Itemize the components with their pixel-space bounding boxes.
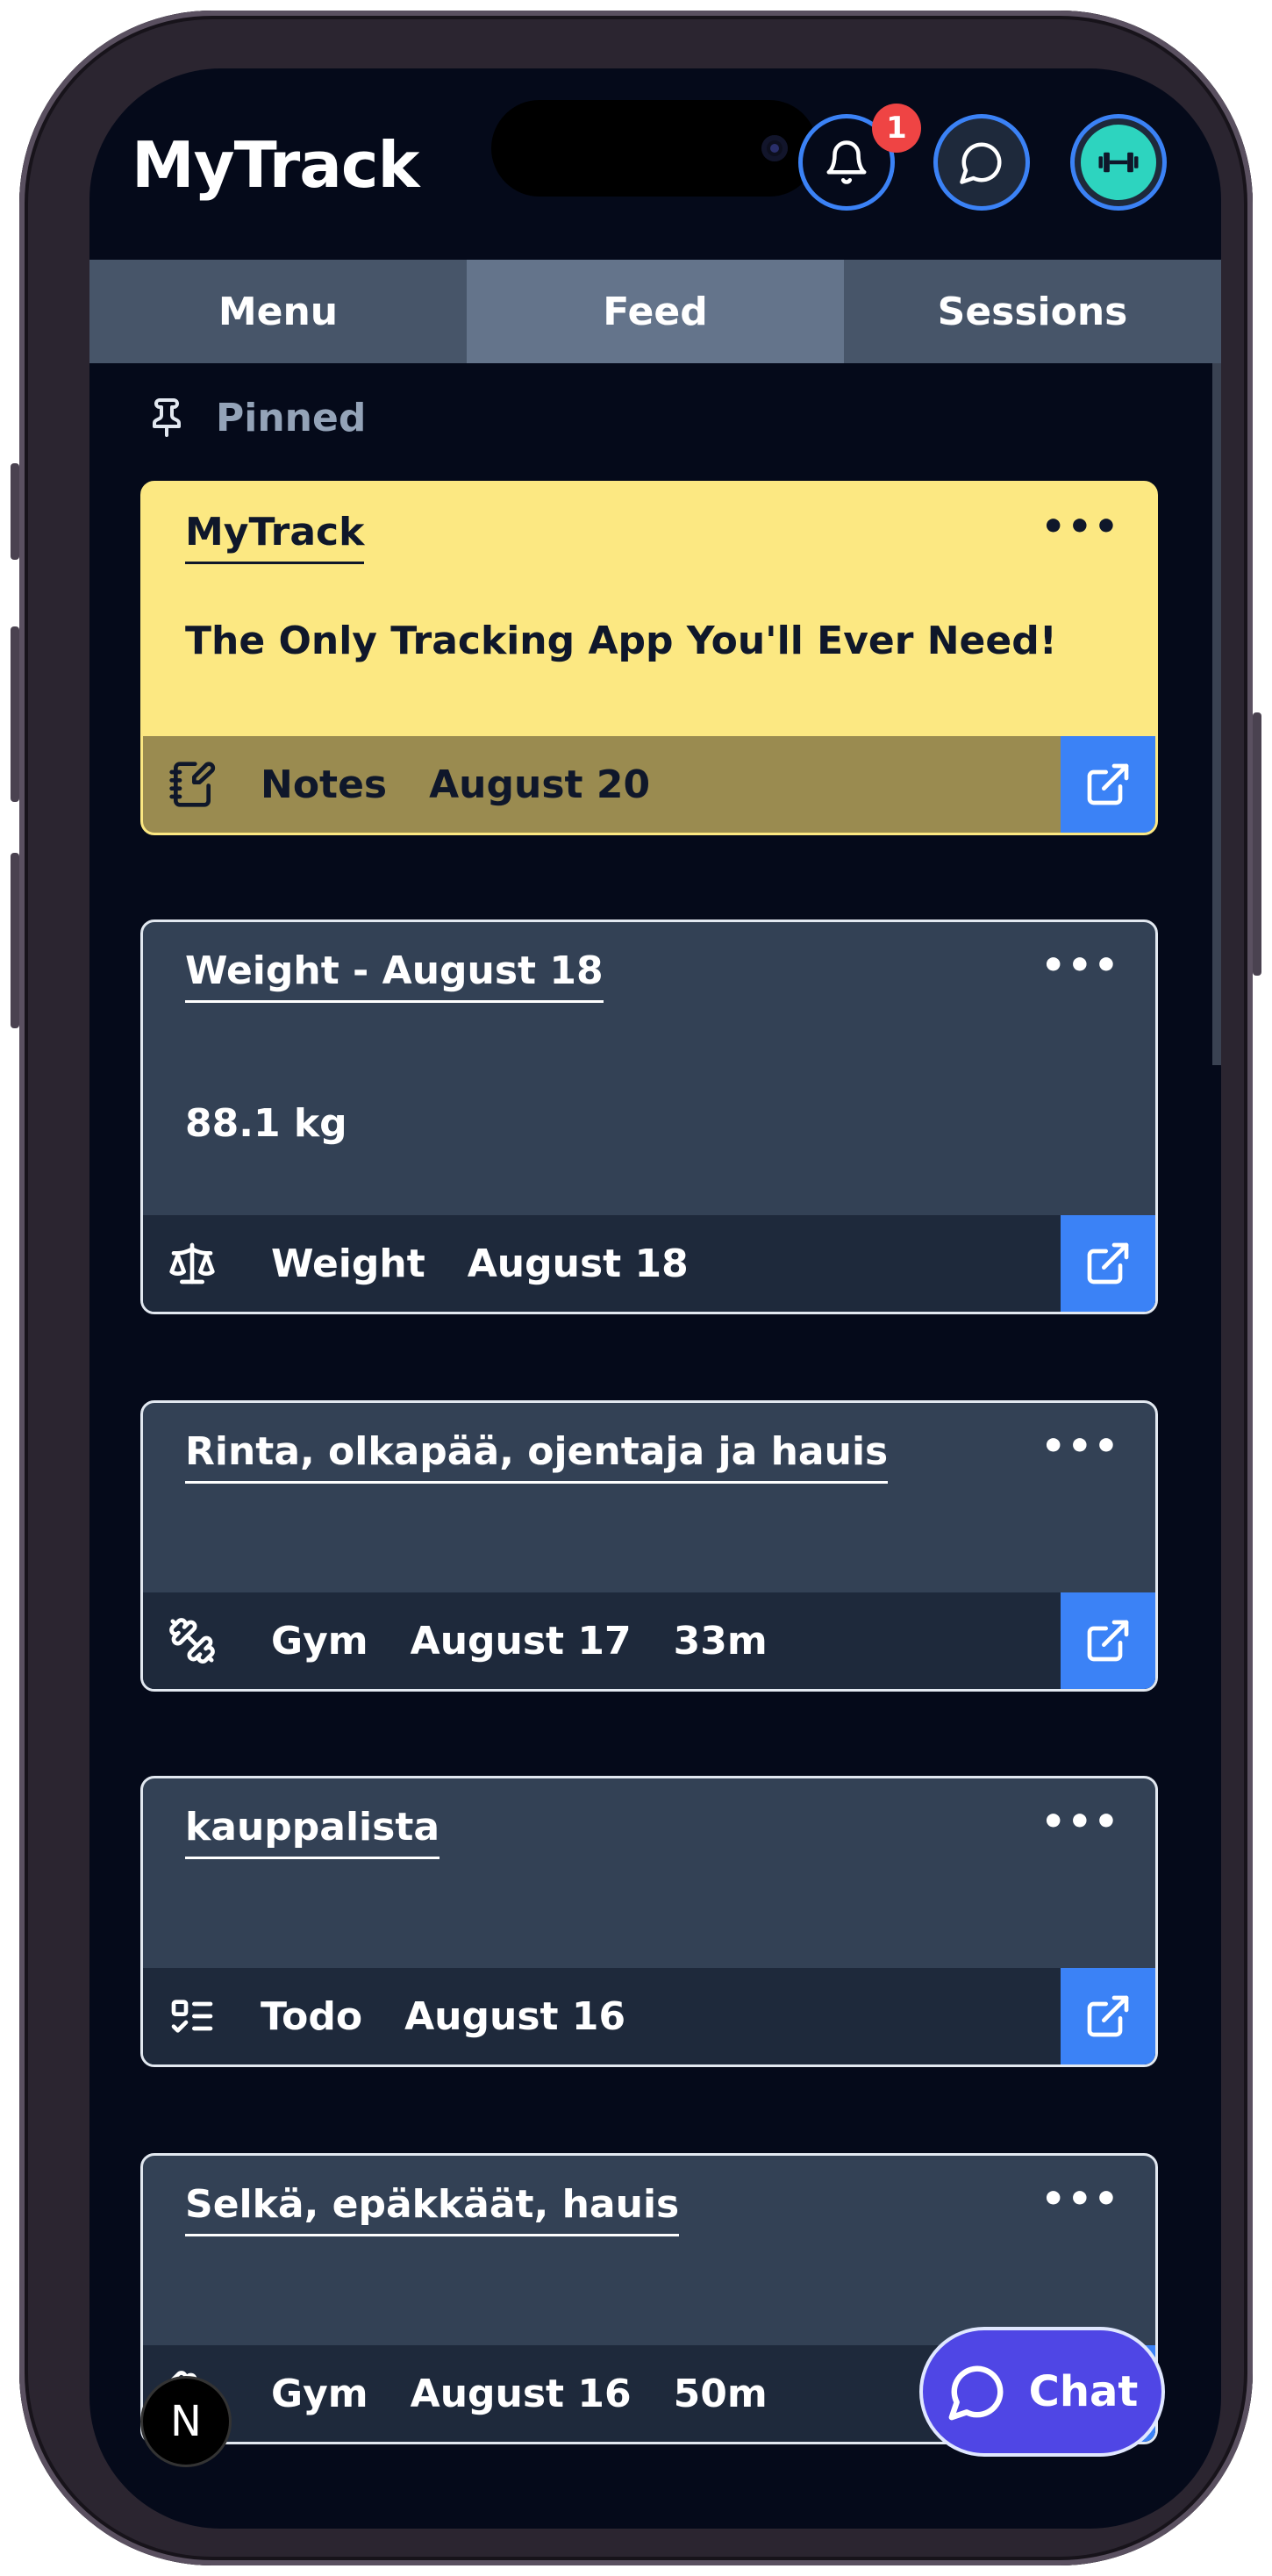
pin-icon <box>153 398 181 437</box>
checklist-icon <box>166 1990 218 2043</box>
message-circle-icon <box>960 142 1002 184</box>
card-type: Todo <box>261 1993 363 2039</box>
card-footer: Todo August 16 <box>143 1968 1155 2064</box>
card-menu-button[interactable]: ••• <box>1041 1803 1120 1842</box>
card-body: The Only Tracking App You'll Ever Need! <box>185 619 1057 663</box>
card-duration: 33m <box>673 1618 768 1664</box>
card-footer: Gym August 17 33m <box>143 1592 1155 1689</box>
card-title[interactable]: kauppalista <box>185 1805 440 1859</box>
open-card-button[interactable] <box>1061 1215 1155 1312</box>
volume-down-button <box>11 853 19 1028</box>
pinned-header: Pinned <box>146 393 366 442</box>
card-menu-button[interactable]: ••• <box>1041 508 1120 547</box>
card-duration: 50m <box>673 2371 768 2416</box>
avatar <box>1081 125 1156 200</box>
dynamic-island <box>491 100 818 197</box>
open-card-button[interactable] <box>1061 736 1155 833</box>
action-button <box>11 463 19 560</box>
tab-sessions[interactable]: Sessions <box>844 260 1221 363</box>
scrollbar[interactable] <box>1212 363 1221 1065</box>
feed-card-pinned[interactable]: MyTrack ••• The Only Tracking App You'll… <box>140 481 1158 835</box>
card-title[interactable]: Selkä, epäkkäät, hauis <box>185 2182 680 2236</box>
app-brand[interactable]: MyTrack <box>132 128 419 202</box>
tab-menu[interactable]: Menu <box>89 260 467 363</box>
dumbbell-avatar-icon <box>1098 152 1139 173</box>
card-type: Gym <box>271 2371 368 2416</box>
card-date: August 16 <box>404 1993 626 2039</box>
message-circle-icon <box>948 2365 1004 2421</box>
open-card-button[interactable] <box>1061 1592 1155 1689</box>
scale-icon <box>166 1237 218 1290</box>
card-date: August 17 <box>410 1618 632 1664</box>
external-link-icon <box>1087 763 1129 805</box>
card-date: August 16 <box>410 2371 632 2416</box>
app-screen: MyTrack 1 Menu Feed Sessions Pinned MyTr… <box>89 68 1221 2529</box>
card-date: August 18 <box>467 1241 689 1286</box>
notes-icon <box>166 758 218 811</box>
feed-card-todo[interactable]: kauppalista ••• Todo August 16 <box>140 1776 1158 2067</box>
tab-feed[interactable]: Feed <box>467 260 844 363</box>
bell-icon <box>826 140 867 184</box>
pinned-label: Pinned <box>216 395 367 440</box>
main-tabs: Menu Feed Sessions <box>89 260 1221 363</box>
profile-button[interactable] <box>1070 114 1167 211</box>
card-menu-button[interactable]: ••• <box>1041 947 1120 985</box>
external-link-icon <box>1087 1620 1129 1662</box>
card-type: Notes <box>261 762 388 807</box>
feed-card-gym[interactable]: Rinta, olkapää, ojentaja ja hauis ••• Gy… <box>140 1400 1158 1692</box>
card-type: Weight <box>271 1241 425 1286</box>
open-card-button[interactable] <box>1061 1968 1155 2064</box>
chat-button-label: Chat <box>1028 2367 1139 2416</box>
dev-tools-button[interactable]: N <box>140 2376 232 2467</box>
dumbbell-icon <box>166 1614 218 1667</box>
volume-up-button <box>11 626 19 802</box>
card-type: Gym <box>271 1618 368 1664</box>
power-button <box>1253 712 1261 976</box>
card-body: 88.1 kg <box>185 1101 347 1146</box>
notification-badge: 1 <box>872 104 921 153</box>
card-menu-button[interactable]: ••• <box>1041 2180 1120 2219</box>
card-title[interactable]: Weight - August 18 <box>185 948 604 1003</box>
card-menu-button[interactable]: ••• <box>1041 1428 1120 1466</box>
card-footer: Notes August 20 <box>143 736 1155 833</box>
external-link-icon <box>1087 1995 1129 2037</box>
external-link-icon <box>1087 1242 1129 1284</box>
card-title[interactable]: Rinta, olkapää, ojentaja ja hauis <box>185 1429 889 1484</box>
messages-button[interactable] <box>933 114 1030 211</box>
feed-card-weight[interactable]: Weight - August 18 ••• 88.1 kg Weight Au… <box>140 919 1158 1314</box>
card-footer: Weight August 18 <box>143 1215 1155 1312</box>
camera-icon <box>761 135 788 161</box>
phone-frame: MyTrack 1 Menu Feed Sessions Pinned MyTr… <box>11 11 1261 2565</box>
card-title[interactable]: MyTrack <box>185 510 365 564</box>
chat-button[interactable]: Chat <box>919 2327 1165 2457</box>
card-date: August 20 <box>429 762 651 807</box>
